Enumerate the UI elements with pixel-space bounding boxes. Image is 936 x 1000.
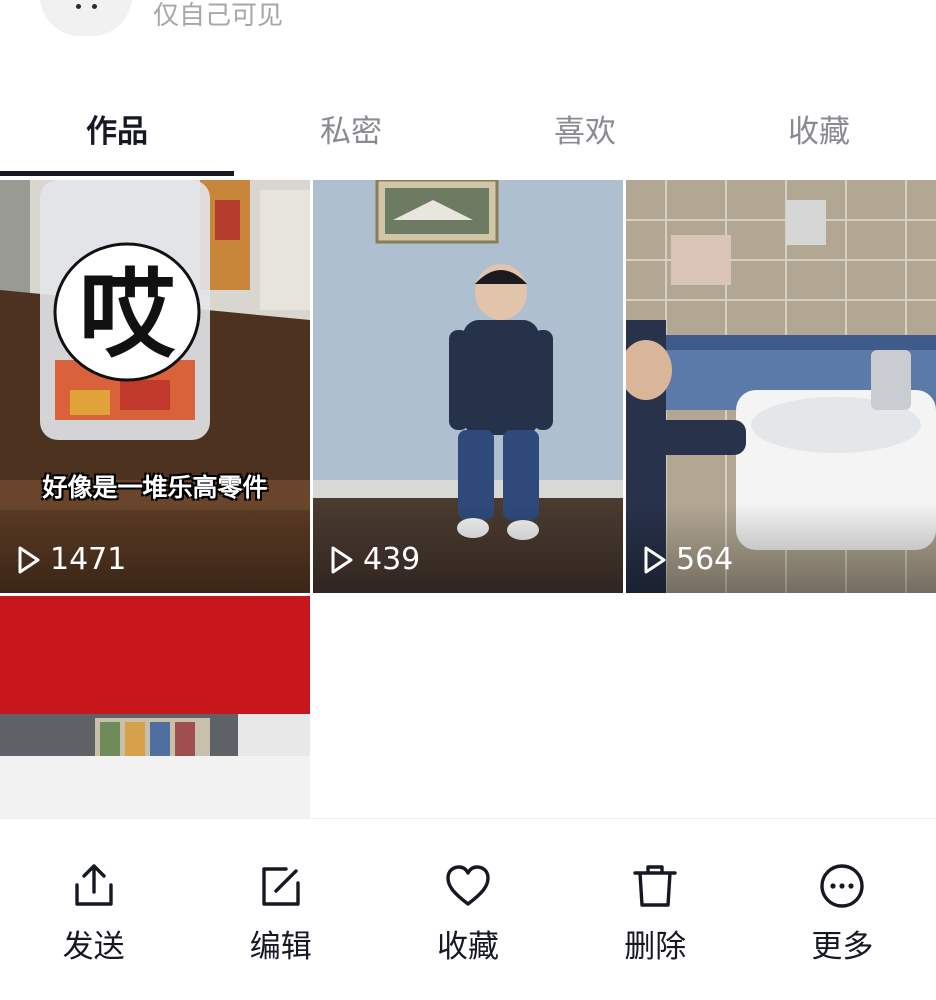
video-caption: 好像是一堆乐高零件 bbox=[42, 473, 268, 502]
sticker-text: 哎 bbox=[79, 259, 176, 371]
video-4-image bbox=[0, 596, 310, 818]
more-button[interactable]: 更多 bbox=[749, 819, 936, 1000]
profile-tabs: 作品 私密 喜欢 收藏 bbox=[0, 92, 936, 176]
video-thumbnail-3[interactable]: 564 bbox=[626, 180, 936, 593]
tab-works[interactable]: 作品 bbox=[0, 92, 234, 164]
favorite-button[interactable]: 收藏 bbox=[374, 819, 561, 1000]
avatar-eye-left bbox=[76, 4, 81, 9]
play-count: 1471 bbox=[16, 542, 126, 577]
share-icon bbox=[74, 864, 113, 906]
send-button[interactable]: 发送 bbox=[0, 819, 187, 1000]
more-label: 更多 bbox=[811, 929, 874, 965]
more-icon bbox=[820, 864, 865, 908]
video-thumbnail-1[interactable]: 哎 好像是一堆乐高零件 1471 bbox=[0, 180, 310, 593]
video-thumbnail-2[interactable]: 439 bbox=[313, 180, 623, 593]
tab-private[interactable]: 私密 bbox=[234, 92, 468, 164]
play-count: 439 bbox=[329, 542, 420, 577]
play-icon bbox=[18, 546, 40, 573]
video-thumbnail-4[interactable] bbox=[0, 596, 310, 818]
sticker-bubble: 哎 bbox=[53, 242, 201, 382]
tab-favorites[interactable]: 收藏 bbox=[702, 92, 936, 164]
play-count-value: 439 bbox=[363, 542, 421, 577]
delete-button[interactable]: 删除 bbox=[562, 819, 749, 1000]
heart-icon bbox=[446, 865, 490, 906]
play-count-value: 1471 bbox=[50, 542, 127, 577]
edit-button[interactable]: 编辑 bbox=[187, 819, 374, 1000]
play-count: 564 bbox=[642, 542, 733, 577]
avatar-eye-right bbox=[92, 4, 97, 9]
play-icon bbox=[331, 546, 353, 573]
send-label: 发送 bbox=[62, 929, 125, 965]
edit-label: 编辑 bbox=[249, 929, 312, 965]
tab-likes[interactable]: 喜欢 bbox=[468, 92, 702, 164]
play-icon bbox=[644, 546, 666, 573]
avatar[interactable] bbox=[40, 0, 132, 36]
active-tab-indicator bbox=[0, 171, 234, 176]
sticker: 哎 bbox=[52, 240, 202, 394]
action-bar: 发送 编辑 收藏 删除 更多 bbox=[0, 818, 936, 1000]
trash-icon bbox=[633, 865, 677, 907]
visibility-label: 仅自己可见 bbox=[153, 1, 284, 31]
edit-icon bbox=[262, 867, 300, 906]
play-count-value: 564 bbox=[676, 542, 734, 577]
delete-label: 删除 bbox=[624, 929, 687, 965]
favorite-label: 收藏 bbox=[437, 929, 499, 965]
